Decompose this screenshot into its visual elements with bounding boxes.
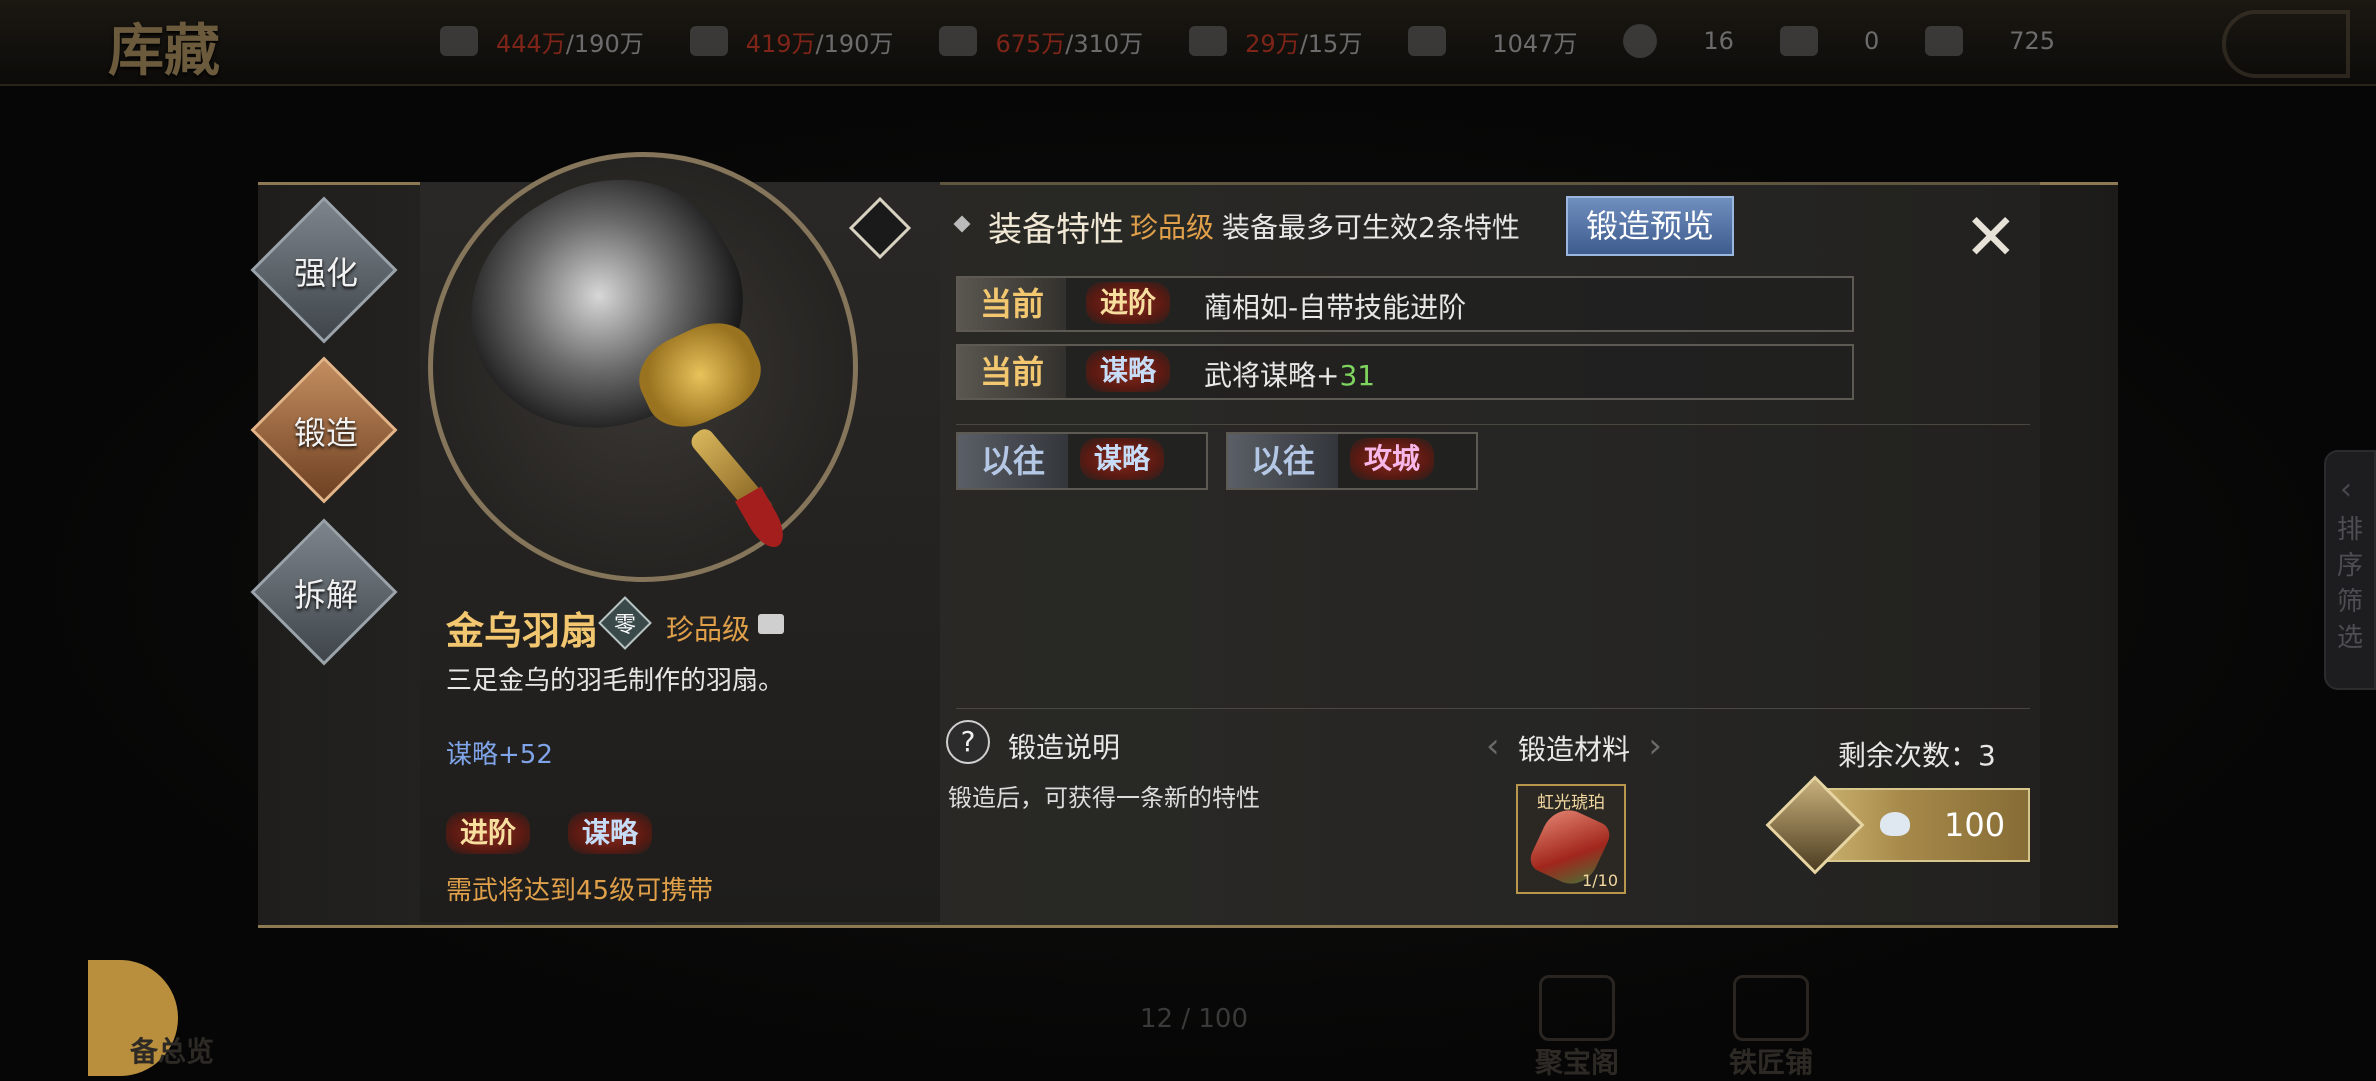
resource-stone: 675万/310万 bbox=[939, 24, 1143, 59]
anvil-icon bbox=[1733, 975, 1809, 1041]
page-indicator: 12 / 100 bbox=[1140, 1004, 1248, 1034]
silver-coin-icon bbox=[1880, 812, 1910, 836]
materials-header: ‹ 锻造材料 › bbox=[1486, 726, 1662, 766]
resource-coin: 16 bbox=[1623, 24, 1734, 58]
treasure-pavilion-button[interactable]: 聚宝阁 bbox=[1522, 975, 1632, 1081]
tab-dismantle-label: 拆解 bbox=[293, 576, 358, 614]
top-bar: 库藏 444万/190万 419万/190万 675万/310万 29万/15万… bbox=[0, 0, 2376, 86]
feature-text: 武将谋略+31 bbox=[1204, 359, 1376, 392]
feature-tag-strategy: 谋略 bbox=[1086, 350, 1171, 392]
tab-strengthen-label: 强化 bbox=[293, 254, 358, 292]
resource-bar: 444万/190万 419万/190万 675万/310万 29万/15万 10… bbox=[440, 18, 2101, 64]
pavilion-icon bbox=[1539, 975, 1615, 1041]
resource-iron: 29万/15万 bbox=[1189, 24, 1362, 59]
item-description: 三足金乌的羽毛制作的羽扇。 bbox=[446, 666, 785, 696]
iron-icon bbox=[1189, 26, 1228, 56]
resource-copper: 1047万 bbox=[1408, 24, 1577, 59]
level-requirement: 需武将达到45级可携带 bbox=[446, 876, 714, 906]
tab-forge-label: 锻造 bbox=[293, 414, 358, 452]
sort-filter-tab[interactable]: ‹ 排序筛选 bbox=[2324, 450, 2376, 690]
stone-icon bbox=[939, 26, 978, 56]
lock-icon[interactable] bbox=[758, 614, 784, 634]
item-stat: 谋略+52 bbox=[446, 740, 553, 770]
back-arrow-icon[interactable] bbox=[2222, 10, 2350, 78]
item-name: 金乌羽扇 bbox=[446, 609, 599, 653]
features-note: 装备最多可生效2条特性 bbox=[1222, 211, 1520, 244]
tier-badge-text: 零 bbox=[613, 613, 636, 638]
jade-icon bbox=[1925, 26, 1964, 56]
equipment-overview-label: 备总览 bbox=[130, 1035, 215, 1068]
page-title: 库藏 bbox=[108, 18, 220, 84]
past-feature-box: 以往 谋略 bbox=[956, 432, 1208, 490]
current-feature-row: 当前 谋略 武将谋略+31 bbox=[956, 344, 1854, 400]
past-tag-siege: 攻城 bbox=[1350, 438, 1435, 480]
resource-grain: 444万/190万 bbox=[440, 24, 644, 59]
resource-gold-ingot: 0 bbox=[1779, 26, 1879, 56]
copper-icon bbox=[1408, 26, 1447, 56]
current-feature-row: 当前 进阶 蔺相如-自带技能进阶 bbox=[956, 276, 1854, 332]
divider bbox=[956, 708, 2030, 709]
blacksmith-button[interactable]: 铁匠铺 bbox=[1716, 975, 1826, 1081]
gold-ingot-icon bbox=[1779, 26, 1818, 56]
resource-jade: 725 bbox=[1925, 26, 2055, 56]
forge-cost: 100 bbox=[1944, 806, 2006, 844]
chevron-left-icon: ‹ bbox=[1486, 726, 1500, 766]
forge-preview-button[interactable]: 锻造预览 bbox=[1566, 196, 1734, 256]
chevron-left-icon: ‹ bbox=[2340, 472, 2352, 507]
feature-tag-advance: 进阶 bbox=[1086, 282, 1171, 324]
item-tag-strategy: 谋略 bbox=[568, 812, 653, 854]
chevron-right-icon: › bbox=[1648, 726, 1662, 766]
forge-explanation-title[interactable]: 锻造说明 bbox=[1008, 726, 1120, 766]
help-icon[interactable]: ? bbox=[946, 720, 990, 764]
item-rarity: 珍品级 bbox=[666, 613, 751, 646]
remaining-count: 剩余次数：3 bbox=[1838, 739, 1996, 772]
coin-icon bbox=[1623, 24, 1658, 58]
past-tag-strategy: 谋略 bbox=[1080, 438, 1165, 480]
material-slot[interactable]: 虹光琥珀 1/10 bbox=[1516, 784, 1626, 894]
item-tag-advance: 进阶 bbox=[446, 812, 531, 854]
close-icon[interactable]: ✕ bbox=[1964, 206, 2018, 270]
features-rarity: 珍品级 bbox=[1130, 211, 1215, 244]
features-title: 装备特性 bbox=[988, 210, 1124, 250]
divider bbox=[956, 424, 2030, 425]
grain-icon bbox=[440, 26, 478, 56]
wood-icon bbox=[689, 26, 728, 56]
forge-explanation-text: 锻造后，可获得一条新的特性 bbox=[948, 784, 1260, 812]
past-feature-box: 以往 攻城 bbox=[1226, 432, 1478, 490]
resource-wood: 419万/190万 bbox=[689, 24, 893, 59]
feature-text: 蔺相如-自带技能进阶 bbox=[1204, 291, 1467, 324]
